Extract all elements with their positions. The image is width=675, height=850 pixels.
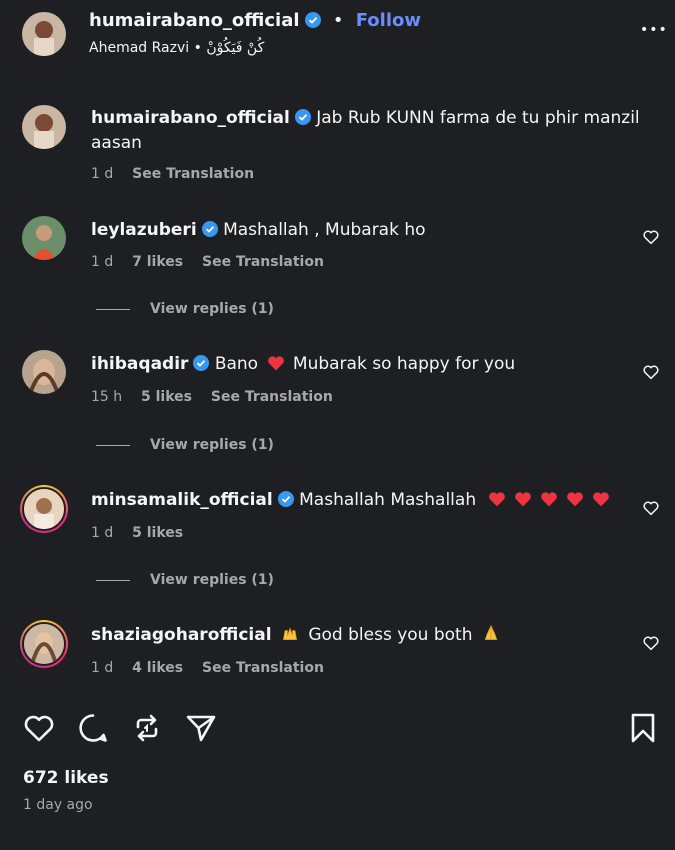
verified-badge-icon bbox=[201, 221, 218, 237]
red-heart-emoji-icon bbox=[488, 492, 505, 507]
comment-meta: 1 d 5 likes bbox=[91, 525, 197, 541]
like-comment-heart-icon[interactable] bbox=[642, 634, 660, 652]
red-heart-emoji-icon bbox=[514, 492, 531, 507]
comment-text: Jab Rub KUNN farma de tu phir manzil bbox=[316, 108, 640, 128]
replies-divider-line bbox=[96, 444, 130, 446]
view-replies-label: View replies (1) bbox=[150, 437, 274, 453]
view-replies-button[interactable]: View replies (1) bbox=[96, 572, 274, 588]
comment-avatar-story-ring[interactable] bbox=[20, 485, 68, 533]
red-heart-emoji-icon bbox=[540, 492, 557, 507]
comment-time: 15 h bbox=[91, 389, 123, 405]
red-heart-emoji-icon bbox=[592, 492, 609, 507]
comment-meta: 1 d See Translation bbox=[91, 166, 268, 182]
replies-divider-line bbox=[96, 579, 130, 581]
red-heart-emoji-icon bbox=[566, 492, 583, 507]
replies-divider-line bbox=[96, 308, 130, 310]
like-comment-heart-icon[interactable] bbox=[642, 228, 660, 246]
comment-meta: 15 h 5 likes See Translation bbox=[91, 389, 347, 405]
view-replies-label: View replies (1) bbox=[150, 301, 274, 317]
comment-meta: 1 d 4 likes See Translation bbox=[91, 660, 338, 676]
comment-avatar[interactable] bbox=[22, 350, 66, 394]
verified-badge-icon bbox=[304, 12, 321, 28]
comment-time: 1 d bbox=[91, 254, 114, 270]
view-replies-label: View replies (1) bbox=[150, 572, 274, 588]
comment-likes[interactable]: 7 likes bbox=[132, 254, 183, 270]
red-heart-emoji-icon bbox=[267, 356, 284, 371]
comment-username[interactable]: humairabano_official bbox=[91, 108, 290, 128]
post-subtitle: Ahemad Razvi • كُنْ فَيَكُوْنْ bbox=[89, 40, 265, 56]
comment-text: Mashallah , Mubarak ho bbox=[223, 220, 426, 240]
post-author-username[interactable]: humairabano_official bbox=[89, 10, 300, 31]
save-bookmark-icon[interactable] bbox=[626, 711, 660, 745]
comment-username[interactable]: shaziagoharofficial bbox=[91, 625, 272, 645]
heart-emojis bbox=[486, 490, 612, 516]
see-translation-link[interactable]: See Translation bbox=[132, 166, 254, 182]
avatar-image bbox=[24, 489, 64, 529]
raising-hands-emoji-icon bbox=[282, 626, 298, 640]
comment-avatar[interactable] bbox=[22, 105, 66, 149]
avatar-image bbox=[24, 624, 64, 664]
comment-body: ihibaqadir Bano Mubarak so happy for you bbox=[91, 352, 515, 377]
comment-avatar[interactable] bbox=[22, 216, 66, 260]
comment-body: leylazuberi Mashallah , Mubarak ho bbox=[91, 218, 426, 243]
view-replies-button[interactable]: View replies (1) bbox=[96, 301, 274, 317]
comment-text: Bano bbox=[214, 354, 259, 374]
comment-likes[interactable]: 4 likes bbox=[132, 660, 183, 676]
see-translation-link[interactable]: See Translation bbox=[202, 660, 324, 676]
comment-time: 1 d bbox=[91, 525, 114, 541]
verified-badge-icon bbox=[277, 491, 294, 507]
likes-count[interactable]: 672 likes bbox=[23, 768, 109, 788]
comment-likes[interactable]: 5 likes bbox=[132, 525, 183, 541]
see-translation-link[interactable]: See Translation bbox=[211, 389, 333, 405]
like-comment-heart-icon[interactable] bbox=[642, 499, 660, 517]
post-author-avatar[interactable] bbox=[22, 12, 66, 56]
comment-username[interactable]: minsamalik_official bbox=[91, 490, 273, 510]
comment-text: God bless you both bbox=[308, 625, 473, 645]
comment-text-continued: Mubarak so happy for you bbox=[292, 354, 516, 374]
comment-username[interactable]: ihibaqadir bbox=[91, 354, 188, 374]
comment-text-continued: aasan bbox=[91, 133, 142, 153]
comment-avatar-story-ring[interactable] bbox=[20, 620, 68, 668]
repost-icon[interactable] bbox=[130, 711, 164, 745]
see-translation-link[interactable]: See Translation bbox=[202, 254, 324, 270]
post-timestamp: 1 day ago bbox=[23, 797, 93, 813]
comment-bubble-icon[interactable] bbox=[76, 711, 110, 745]
follow-button[interactable]: Follow bbox=[356, 10, 421, 31]
verified-badge-icon bbox=[294, 109, 311, 125]
comment-likes[interactable]: 5 likes bbox=[141, 389, 192, 405]
comment-text: Mashallah Mashallah bbox=[299, 490, 477, 510]
avatar bbox=[22, 105, 66, 149]
comment-time: 1 d bbox=[91, 166, 114, 182]
avatar bbox=[22, 487, 66, 531]
like-heart-icon[interactable] bbox=[22, 711, 56, 745]
comment-body: minsamalik_official Mashallah Mashallah bbox=[91, 488, 612, 516]
avatar bbox=[22, 216, 66, 260]
avatar bbox=[22, 350, 66, 394]
more-options-icon[interactable]: ••• bbox=[640, 22, 668, 38]
comment-time: 1 d bbox=[91, 660, 114, 676]
separator-dot: • bbox=[332, 10, 344, 31]
like-comment-heart-icon[interactable] bbox=[642, 363, 660, 381]
share-send-icon[interactable] bbox=[184, 711, 218, 745]
comment-body: humairabano_official Jab Rub KUNN farma … bbox=[91, 106, 651, 156]
folded-hands-emoji-icon bbox=[484, 624, 498, 640]
comment-username[interactable]: leylazuberi bbox=[91, 220, 197, 240]
comment-meta: 1 d 7 likes See Translation bbox=[91, 254, 338, 270]
avatar bbox=[22, 622, 66, 666]
verified-badge-icon bbox=[193, 355, 210, 371]
view-replies-button[interactable]: View replies (1) bbox=[96, 437, 274, 453]
comment-body: shaziagoharofficial God bless you both bbox=[91, 623, 501, 648]
avatar bbox=[22, 12, 66, 56]
